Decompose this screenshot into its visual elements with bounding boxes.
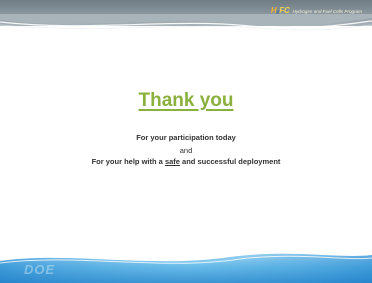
slide: H₂FC Hydrogen and Fuel Cells Program Tha… [0,0,372,283]
participation-text: For your participation today [136,133,236,142]
safe-text: safe [164,157,180,166]
header-wave [0,14,372,31]
and-text: and [179,146,193,155]
footer-logo: DOE [24,262,56,277]
deployment-text-suffix: and successful deployment [179,157,281,166]
program-logo-mark: H₂FC [270,6,290,15]
deployment-text: For your help with a safe and successful… [0,157,372,166]
deployment-text-prefix: For your help with a [91,157,165,166]
program-logo: H₂FC Hydrogen and Fuel Cells Program [271,6,362,15]
program-logo-text: Hydrogen and Fuel Cells Program [292,9,362,14]
slide-title: Thank you [138,90,234,111]
footer-band [0,253,372,283]
